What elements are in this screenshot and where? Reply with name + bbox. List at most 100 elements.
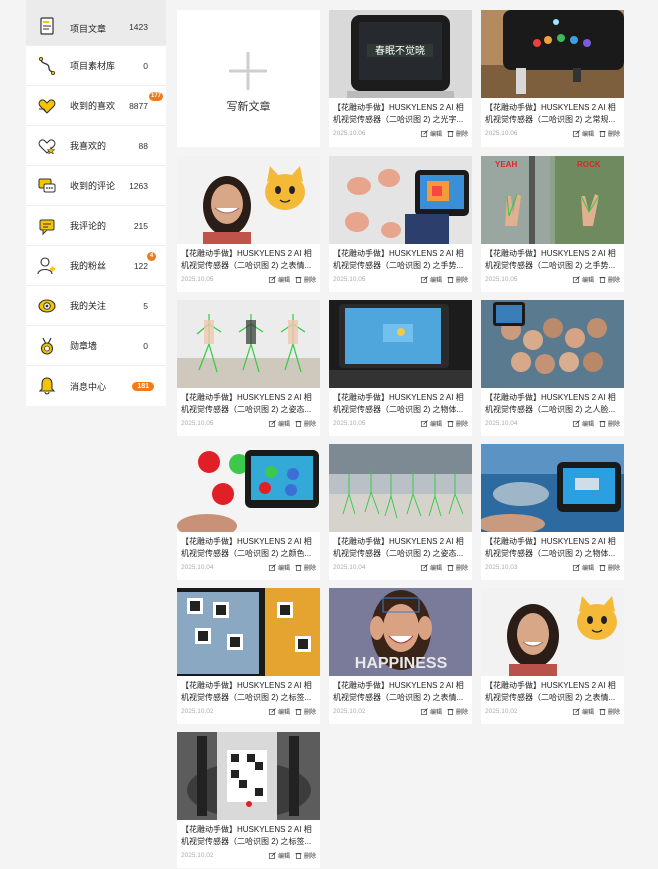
edit-button[interactable]: 编辑 — [269, 707, 290, 716]
article-thumbnail[interactable]: YEAH ROCK — [481, 156, 624, 244]
article-card[interactable]: 【花雕动手做】HUSKYLENS 2 AI 相机视觉传感器（二哈识图 2) 之手… — [329, 156, 472, 292]
article-thumbnail[interactable] — [329, 444, 472, 532]
delete-button[interactable]: 删除 — [447, 419, 468, 428]
delete-button[interactable]: 删除 — [447, 563, 468, 572]
delete-button[interactable]: 删除 — [447, 129, 468, 138]
delete-button[interactable]: 删除 — [599, 129, 620, 138]
delete-label: 删除 — [455, 278, 468, 284]
article-thumbnail[interactable] — [481, 300, 624, 388]
edit-button[interactable]: 编辑 — [269, 851, 290, 860]
article-card[interactable]: 【花雕动手做】HUSKYLENS 2 AI 相机视觉传感器（二哈识图 2) 之颜… — [177, 444, 320, 580]
new-article-button[interactable]: 写新文章 — [177, 10, 320, 147]
edit-button[interactable]: 编辑 — [421, 563, 442, 572]
delete-button[interactable]: 删除 — [599, 419, 620, 428]
delete-button[interactable]: 删除 — [447, 707, 468, 716]
edit-button[interactable]: 编辑 — [573, 275, 594, 284]
delete-label: 删除 — [303, 854, 316, 860]
delete-button[interactable]: 删除 — [295, 563, 316, 572]
article-title[interactable]: 【花雕动手做】HUSKYLENS 2 AI 相机视觉传感器（二哈识图 2) 之常… — [485, 102, 621, 126]
edit-button[interactable]: 编辑 — [573, 563, 594, 572]
article-thumbnail[interactable] — [177, 156, 320, 244]
edit-button[interactable]: 编辑 — [269, 563, 290, 572]
sidebar-item-articles[interactable]: 项目文章 1423 — [26, 0, 166, 46]
comments-received-icon — [38, 178, 56, 193]
edit-button[interactable]: 编辑 — [573, 129, 594, 138]
article-title[interactable]: 【花雕动手做】HUSKYLENS 2 AI 相机视觉传感器（二哈识图 2) 之手… — [485, 248, 621, 272]
article-card[interactable]: 【花雕动手做】HUSKYLENS 2 AI 相机视觉传感器（二哈识图 2) 之表… — [177, 156, 320, 292]
delete-button[interactable]: 删除 — [295, 851, 316, 860]
article-date: 2025.10.05 — [333, 420, 366, 427]
article-date: 2025.10.06 — [485, 130, 518, 137]
article-card[interactable]: 【花雕动手做】HUSKYLENS 2 AI 相机视觉传感器（二哈识图 2) 之标… — [177, 588, 320, 724]
edit-button[interactable]: 编辑 — [421, 129, 442, 138]
edit-button[interactable]: 编辑 — [269, 419, 290, 428]
article-title[interactable]: 【花雕动手做】HUSKYLENS 2 AI 相机视觉传感器（二哈识图 2) 之姿… — [333, 536, 469, 560]
article-title[interactable]: 【花雕动手做】HUSKYLENS 2 AI 相机视觉传感器（二哈识图 2) 之表… — [181, 248, 317, 272]
article-title[interactable]: 【花雕动手做】HUSKYLENS 2 AI 相机视觉传感器（二哈识图 2) 之标… — [181, 824, 317, 848]
sidebar-item-materials[interactable]: 项目素材库 0 — [26, 46, 166, 86]
article-thumbnail[interactable]: 春眠不觉晓 — [329, 10, 472, 98]
article-card[interactable]: 【花雕动手做】HUSKYLENS 2 AI 相机视觉传感器（二哈识图 2) 之表… — [481, 588, 624, 724]
sidebar-item-my-comments[interactable]: 我评论的 215 — [26, 206, 166, 246]
delete-button[interactable]: 删除 — [599, 707, 620, 716]
delete-label: 删除 — [303, 422, 316, 428]
article-thumbnail[interactable] — [481, 444, 624, 532]
article-title[interactable]: 【花雕动手做】HUSKYLENS 2 AI 相机视觉传感器（二哈识图 2) 之人… — [485, 392, 621, 416]
article-title[interactable]: 【花雕动手做】HUSKYLENS 2 AI 相机视觉传感器（二哈识图 2) 之光… — [333, 102, 469, 126]
edit-icon — [573, 276, 580, 283]
article-title[interactable]: 【花雕动手做】HUSKYLENS 2 AI 相机视觉传感器（二哈识图 2) 之物… — [333, 392, 469, 416]
article-card[interactable]: 【花雕动手做】HUSKYLENS 2 AI 相机视觉传感器（二哈识图 2) 之标… — [177, 732, 320, 868]
article-card[interactable]: 【花雕动手做】HUSKYLENS 2 AI 相机视觉传感器（二哈识图 2) 之人… — [481, 300, 624, 436]
sidebar-item-my-likes[interactable]: 我喜欢的 88 — [26, 126, 166, 166]
delete-label: 删除 — [455, 566, 468, 572]
article-title[interactable]: 【花雕动手做】HUSKYLENS 2 AI 相机视觉传感器（二哈识图 2) 之姿… — [181, 392, 317, 416]
edit-icon — [269, 420, 276, 427]
sidebar-item-comments-received[interactable]: 收到的评论 1263 — [26, 166, 166, 206]
delete-button[interactable]: 删除 — [599, 563, 620, 572]
article-thumbnail[interactable] — [177, 300, 320, 388]
sidebar-item-count: 122 — [133, 260, 148, 271]
article-title[interactable]: 【花雕动手做】HUSKYLENS 2 AI 相机视觉传感器（二哈识图 2) 之物… — [485, 536, 621, 560]
delete-button[interactable]: 删除 — [295, 275, 316, 284]
article-thumbnail[interactable] — [177, 444, 320, 532]
article-card[interactable]: 【花雕动手做】HUSKYLENS 2 AI 相机视觉传感器（二哈识图 2) 之姿… — [329, 444, 472, 580]
sidebar-item-count: 88 — [138, 140, 148, 151]
article-card[interactable]: 春眠不觉晓 【花雕动手做】HUSKYLENS 2 AI 相机视觉传感器（二哈识图… — [329, 10, 472, 147]
sidebar-item-following[interactable]: 我的关注 5 — [26, 286, 166, 326]
edit-button[interactable]: 编辑 — [573, 707, 594, 716]
sidebar-item-medals[interactable]: 勋章墙 0 — [26, 326, 166, 366]
sidebar-item-messages[interactable]: 消息中心 181 — [26, 366, 166, 406]
sidebar-item-fans[interactable]: 我的粉丝 122 4 — [26, 246, 166, 286]
article-actions: 编辑 删除 — [421, 563, 468, 572]
article-card[interactable]: 【花雕动手做】HUSKYLENS 2 AI 相机视觉传感器（二哈识图 2) 之常… — [481, 10, 624, 147]
article-thumbnail[interactable] — [177, 588, 320, 676]
delete-button[interactable]: 删除 — [599, 275, 620, 284]
edit-button[interactable]: 编辑 — [421, 275, 442, 284]
article-card[interactable]: YEAH ROCK 【花雕动手做】HUSKYLENS 2 AI 相机视觉传感器（… — [481, 156, 624, 292]
delete-button[interactable]: 删除 — [295, 419, 316, 428]
article-title[interactable]: 【花雕动手做】HUSKYLENS 2 AI 相机视觉传感器（二哈识图 2) 之颜… — [181, 536, 317, 560]
article-thumbnail[interactable] — [481, 10, 624, 98]
article-thumbnail[interactable] — [481, 588, 624, 676]
article-thumbnail[interactable] — [177, 732, 320, 820]
article-title[interactable]: 【花雕动手做】HUSKYLENS 2 AI 相机视觉传感器（二哈识图 2) 之手… — [333, 248, 469, 272]
delete-button[interactable]: 删除 — [447, 275, 468, 284]
article-title[interactable]: 【花雕动手做】HUSKYLENS 2 AI 相机视觉传感器（二哈识图 2) 之表… — [333, 680, 469, 704]
article-title[interactable]: 【花雕动手做】HUSKYLENS 2 AI 相机视觉传感器（二哈识图 2) 之标… — [181, 680, 317, 704]
article-card[interactable]: 【花雕动手做】HUSKYLENS 2 AI 相机视觉传感器（二哈识图 2) 之物… — [329, 300, 472, 436]
trash-icon — [599, 276, 606, 283]
edit-button[interactable]: 编辑 — [421, 707, 442, 716]
delete-button[interactable]: 删除 — [295, 707, 316, 716]
edit-button[interactable]: 编辑 — [421, 419, 442, 428]
article-title[interactable]: 【花雕动手做】HUSKYLENS 2 AI 相机视觉传感器（二哈识图 2) 之表… — [485, 680, 621, 704]
article-card[interactable]: 【花雕动手做】HUSKYLENS 2 AI 相机视觉传感器（二哈识图 2) 之姿… — [177, 300, 320, 436]
article-card[interactable]: HAPPINESS 【花雕动手做】HUSKYLENS 2 AI 相机视觉传感器（… — [329, 588, 472, 724]
article-date: 2025.10.02 — [181, 708, 214, 715]
article-card[interactable]: 【花雕动手做】HUSKYLENS 2 AI 相机视觉传感器（二哈识图 2) 之物… — [481, 444, 624, 580]
edit-button[interactable]: 编辑 — [269, 275, 290, 284]
edit-button[interactable]: 编辑 — [573, 419, 594, 428]
sidebar-item-likes-received[interactable]: 收到的喜欢 8877 177 — [26, 86, 166, 126]
article-thumbnail[interactable] — [329, 156, 472, 244]
article-thumbnail[interactable] — [329, 300, 472, 388]
article-thumbnail[interactable]: HAPPINESS — [329, 588, 472, 676]
